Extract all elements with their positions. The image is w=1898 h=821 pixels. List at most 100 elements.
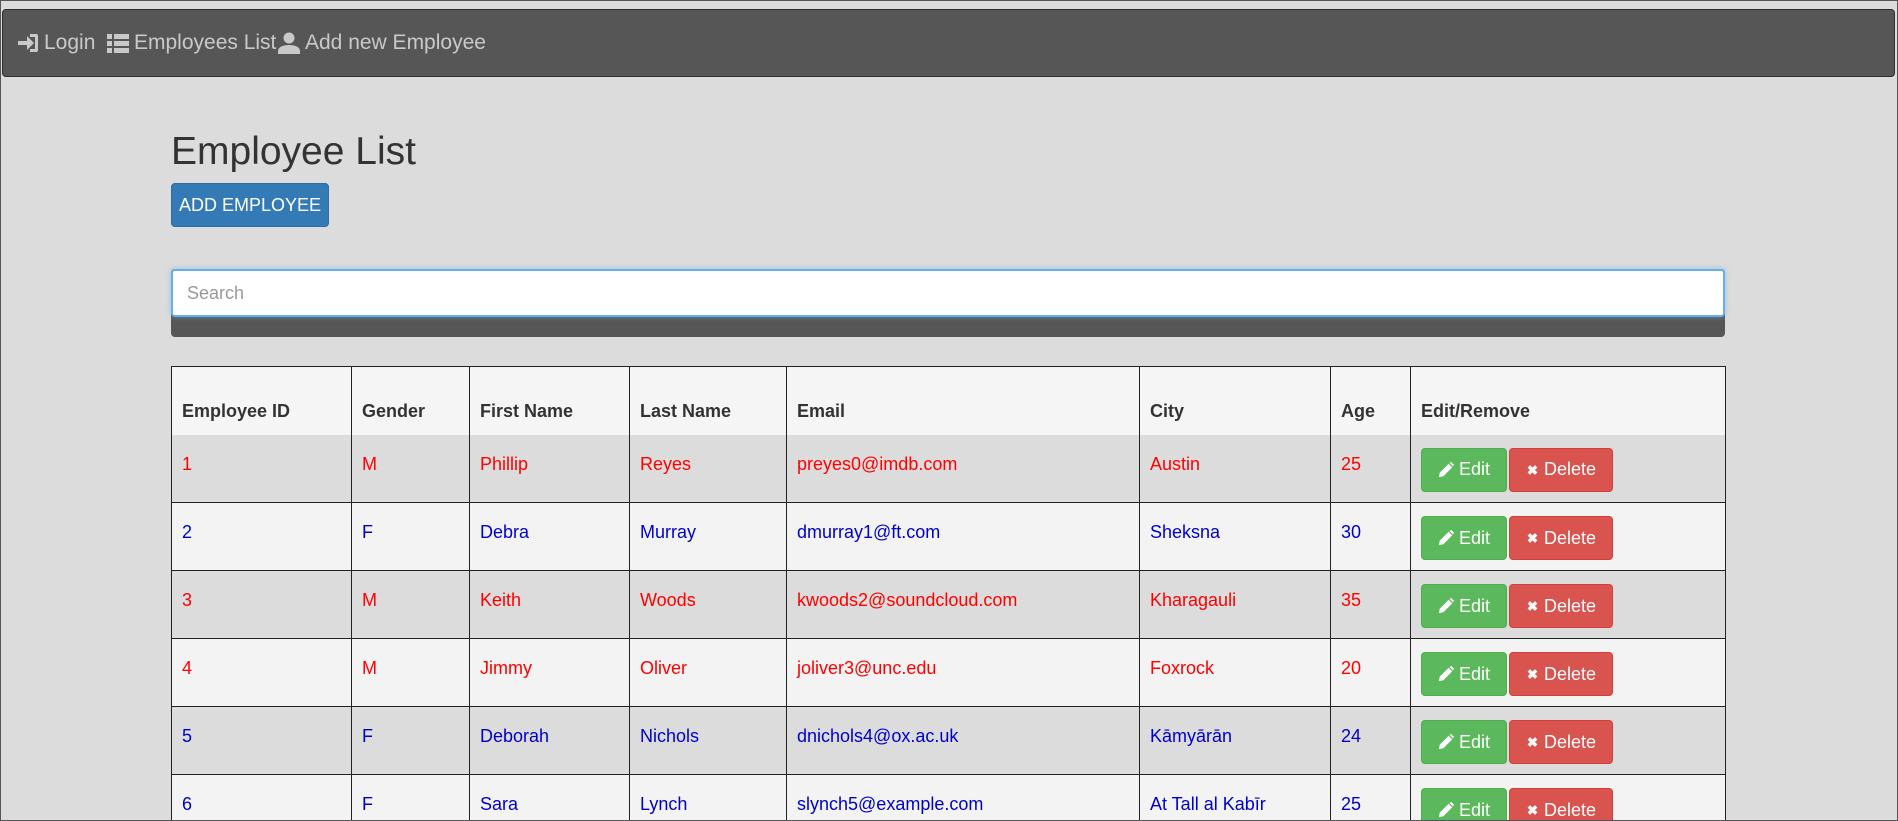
cell-employee-id: 3: [171, 570, 352, 639]
user-icon: [278, 32, 300, 54]
nav-employees-list[interactable]: Employees List: [107, 10, 276, 76]
cell-age: 25: [1330, 434, 1411, 503]
delete-button[interactable]: Delete: [1509, 584, 1613, 628]
delete-button[interactable]: Delete: [1509, 447, 1613, 492]
close-icon: [1527, 464, 1538, 475]
cell-email: dnichols4@ox.ac.uk: [786, 706, 1140, 775]
close-icon: [1527, 533, 1538, 543]
delete-button-label: Delete: [1543, 595, 1596, 616]
cell-employee-id: 6: [171, 774, 352, 820]
nav-add-new-employee[interactable]: Add new Employee: [278, 10, 486, 76]
cell-actions: Edit Delete: [1410, 774, 1726, 820]
cell-last-name: Oliver: [629, 638, 787, 707]
header-edit-remove: Edit/Remove: [1410, 366, 1726, 435]
cell-email: dmurray1@ft.com: [786, 502, 1140, 571]
search-panel: [171, 269, 1725, 337]
header-city[interactable]: City: [1139, 366, 1331, 435]
delete-button-label: Delete: [1543, 731, 1596, 752]
cell-city: Austin: [1139, 434, 1331, 503]
nav-login[interactable]: Login: [17, 10, 95, 76]
header-employee-id[interactable]: Employee ID: [171, 366, 352, 435]
cell-gender: F: [351, 502, 470, 571]
cell-last-name: Murray: [629, 502, 787, 571]
cell-gender: F: [351, 774, 470, 820]
cell-last-name: Woods: [629, 570, 787, 639]
table-row: 4 M Jimmy Oliver joliver3@unc.edu Foxrock 20 Ed…: [171, 638, 1726, 707]
cell-city: Kāmyārān: [1139, 706, 1331, 775]
cell-first-name: Keith: [469, 570, 630, 639]
header-first-name[interactable]: First Name: [469, 366, 630, 435]
delete-button-label: Delete: [1543, 799, 1596, 820]
cell-age: 35: [1330, 570, 1411, 639]
table-row: 3 M Keith Woods kwoods2@soundcloud.com Kharag…: [171, 570, 1726, 639]
cell-age: 24: [1330, 706, 1411, 775]
sign-in-icon: [18, 34, 38, 52]
page-title: Employee List: [171, 130, 416, 173]
cell-first-name: Jimmy: [469, 638, 630, 707]
edit-button-label: Edit: [1458, 459, 1490, 479]
cell-actions: Edit Delete: [1410, 570, 1726, 639]
cell-actions: Edit Delete: [1410, 706, 1726, 775]
cell-gender: F: [351, 706, 470, 775]
cell-first-name: Deborah: [469, 706, 630, 775]
table-row: 1 M Phillip Reyes preyes0@imdb.com Austin 25 Ed…: [171, 434, 1726, 503]
cell-actions: Edit Delete: [1410, 638, 1726, 707]
close-icon: [1527, 737, 1538, 747]
cell-last-name: Nichols: [629, 706, 787, 775]
pencil-icon: [1438, 734, 1454, 750]
table-header-row: Employee ID Gender First Name Last Name …: [171, 366, 1726, 435]
header-gender[interactable]: Gender: [351, 366, 470, 435]
delete-button[interactable]: Delete: [1509, 516, 1613, 560]
edit-button[interactable]: Edit: [1421, 584, 1507, 628]
cell-age: 20: [1330, 638, 1411, 707]
edit-button[interactable]: Edit: [1421, 788, 1507, 820]
cell-employee-id: 5: [171, 706, 352, 775]
cell-email: slynch5@example.com: [786, 774, 1140, 820]
add-employee-button[interactable]: ADD EMPLOYEE: [171, 183, 329, 227]
pencil-icon: [1438, 802, 1454, 818]
delete-button[interactable]: Delete: [1509, 652, 1613, 696]
top-navbar: Login Employees List Add new Employee: [2, 9, 1895, 77]
cell-age: 30: [1330, 502, 1411, 571]
table-row: 5 F Deborah Nichols dnichols4@ox.ac.uk Kāmyār…: [171, 706, 1726, 775]
delete-button[interactable]: Delete: [1509, 720, 1613, 764]
edit-button[interactable]: Edit: [1421, 516, 1507, 560]
nav-login-label: Login: [44, 31, 96, 54]
cell-gender: M: [351, 638, 470, 707]
cell-age: 25: [1330, 774, 1411, 820]
edit-button-label: Edit: [1458, 527, 1490, 548]
delete-button-label: Delete: [1543, 459, 1596, 479]
edit-button[interactable]: Edit: [1421, 447, 1507, 492]
cell-actions: Edit Delete: [1410, 502, 1726, 571]
cell-first-name: Sara: [469, 774, 630, 820]
pencil-icon: [1438, 461, 1454, 477]
cell-gender: M: [351, 570, 470, 639]
nav-add-new-employee-label: Add new Employee: [305, 31, 486, 54]
delete-button[interactable]: Delete: [1509, 788, 1613, 820]
cell-actions: Edit Delete: [1410, 434, 1726, 503]
header-email[interactable]: Email: [786, 366, 1140, 435]
cell-last-name: Reyes: [629, 434, 787, 503]
cell-city: Kharagauli: [1139, 570, 1331, 639]
header-age[interactable]: Age: [1330, 366, 1411, 435]
close-icon: [1527, 669, 1538, 679]
cell-last-name: Lynch: [629, 774, 787, 820]
cell-employee-id: 4: [171, 638, 352, 707]
search-input[interactable]: [171, 269, 1725, 317]
edit-button[interactable]: Edit: [1421, 720, 1507, 764]
edit-button-label: Edit: [1458, 799, 1490, 820]
cell-city: Sheksna: [1139, 502, 1331, 571]
edit-button[interactable]: Edit: [1421, 652, 1507, 696]
header-last-name[interactable]: Last Name: [629, 366, 787, 435]
edit-button-label: Edit: [1458, 663, 1490, 684]
pencil-icon: [1438, 530, 1454, 546]
nav-employees-list-label: Employees List: [134, 31, 277, 54]
cell-email: kwoods2@soundcloud.com: [786, 570, 1140, 639]
pencil-icon: [1438, 598, 1454, 614]
delete-button-label: Delete: [1543, 527, 1596, 548]
cell-employee-id: 2: [171, 502, 352, 571]
close-icon: [1527, 805, 1538, 815]
delete-button-label: Delete: [1543, 663, 1596, 684]
close-icon: [1527, 601, 1538, 611]
table-row: 2 F Debra Murray dmurray1@ft.com Sheksna 30 Edi…: [171, 502, 1726, 571]
